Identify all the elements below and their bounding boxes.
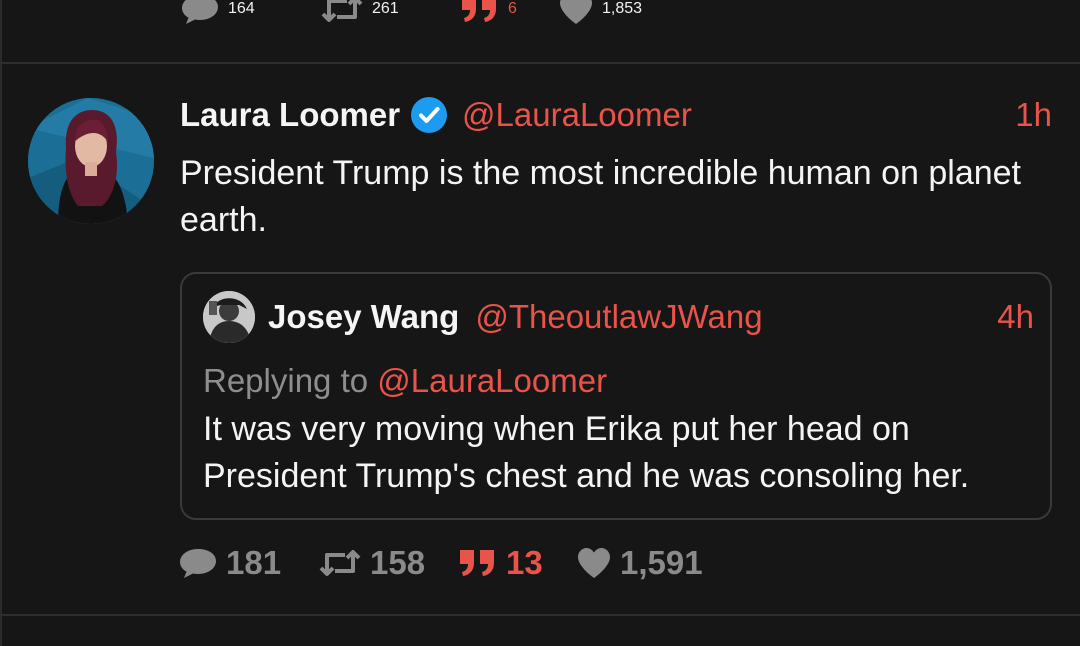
like-stat[interactable]: 1,591 [576, 544, 703, 582]
retweet-icon [321, 0, 363, 22]
quote-count: 6 [508, 0, 517, 17]
retweet-stat[interactable]: 261 [320, 0, 399, 26]
avatar-image [28, 98, 154, 224]
quoted-header: Josey Wang @TheoutlawJWang 4h [268, 292, 1034, 342]
handle[interactable]: @LauraLoomer [462, 96, 692, 134]
tweet-stats: 181 158 13 1,591 [0, 544, 1080, 590]
quote-icon [460, 550, 494, 576]
quoted-display-name[interactable]: Josey Wang [268, 298, 459, 336]
next-tweet-panel [0, 616, 1080, 646]
reply-count: 181 [226, 544, 282, 581]
quoted-text: It was very moving when Erika put her he… [203, 410, 970, 495]
replying-to: Replying to @LauraLoomer [203, 362, 607, 400]
retweet-count: 158 [370, 544, 426, 581]
like-count: 1,853 [602, 0, 643, 17]
quoted-tweet[interactable]: Josey Wang @TheoutlawJWang 4h Replying t… [180, 272, 1052, 520]
quote-icon [462, 0, 496, 22]
quoted-timestamp[interactable]: 4h [997, 298, 1034, 336]
tweet-header: Laura Loomer @LauraLoomer 1h [180, 92, 1052, 138]
reply-icon [180, 549, 216, 578]
display-name[interactable]: Laura Loomer [180, 96, 400, 134]
verified-icon [411, 97, 448, 133]
reply-count: 164 [228, 0, 255, 17]
avatar[interactable] [28, 98, 154, 224]
reply-stat[interactable]: 164 [180, 0, 255, 26]
quote-stat[interactable]: 6 [460, 0, 517, 26]
timestamp[interactable]: 1h [1015, 96, 1052, 134]
like-count: 1,591 [620, 544, 703, 581]
replying-to-mention[interactable]: @LauraLoomer [377, 362, 607, 399]
replying-prefix: Replying to [203, 362, 369, 399]
like-icon [560, 0, 592, 24]
quote-stat[interactable]: 13 [458, 544, 543, 582]
quoted-handle[interactable]: @TheoutlawJWang [475, 298, 762, 336]
reply-stat[interactable]: 181 [178, 544, 281, 582]
tweet-text: President Trump is the most incredible h… [180, 154, 1022, 239]
retweet-count: 261 [372, 0, 399, 17]
like-icon [578, 548, 610, 578]
quoted-avatar[interactable] [203, 291, 255, 343]
quoted-avatar-image [203, 291, 255, 343]
previous-tweet-stats: 164 261 6 1,853 [0, 0, 1080, 62]
quote-count: 13 [506, 544, 543, 581]
reply-icon [182, 0, 218, 24]
retweet-stat[interactable]: 158 [318, 544, 425, 582]
retweet-icon [319, 550, 361, 576]
like-stat[interactable]: 1,853 [558, 0, 642, 26]
